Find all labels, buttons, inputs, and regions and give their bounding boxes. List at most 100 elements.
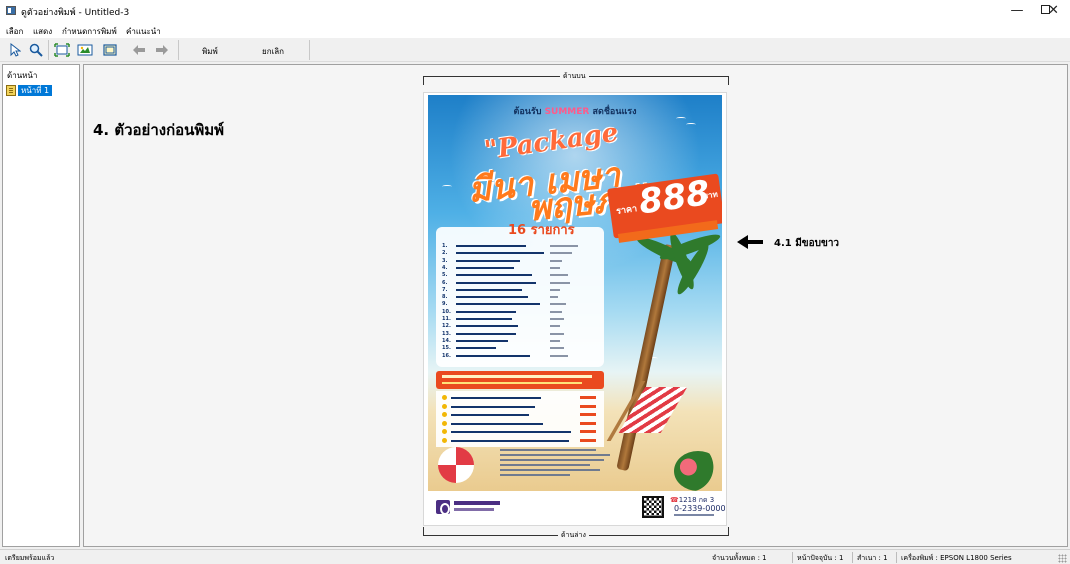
contact-hotline-text: 1218 กด 3 <box>678 496 715 504</box>
cancel-button[interactable]: ยกเลิก <box>262 45 284 58</box>
app-icon <box>6 6 16 15</box>
contact-phone: 0-2339-0000 <box>674 504 726 513</box>
preview-area[interactable]: 4. ตัวอย่างก่อนพิมพ์ ด้านบน ต้อนรับ SUMM… <box>83 64 1068 547</box>
package-list-item: 9. <box>442 301 602 307</box>
page-list-panel: ด้านหน้า หน้าที่ 1 <box>2 64 80 547</box>
sidebar-header: ด้านหน้า <box>7 71 38 80</box>
promo-list-item <box>442 395 598 400</box>
page-icon <box>6 84 16 96</box>
sidebar-item-page-1[interactable]: หน้าที่ 1 <box>6 84 53 96</box>
package-list-number: 3. <box>442 257 448 264</box>
fit-page-icon <box>54 42 70 57</box>
resize-grip[interactable] <box>1058 554 1067 563</box>
headline-summer: SUMMER <box>544 107 590 117</box>
seagull-icon <box>686 123 696 126</box>
promo-card <box>436 391 604 447</box>
package-list-item: 11. <box>442 316 602 322</box>
package-list-number: 10. <box>442 308 451 315</box>
package-list-number: 11. <box>442 316 451 322</box>
poster-image: ต้อนรับ SUMMER สดชื่อนแรง "Package มีนา … <box>428 95 722 491</box>
menu-select[interactable]: เลือก <box>6 25 23 38</box>
menu-print-setup[interactable]: กำหนดการพิมพ์ <box>62 25 117 38</box>
bottom-margin-tick-right <box>728 527 729 536</box>
package-list-number: 4. <box>442 264 448 271</box>
status-divider <box>852 552 853 563</box>
package-list-number: 16. <box>442 352 451 359</box>
status-ready: เตรียมพร้อมแล้ว <box>5 554 55 562</box>
sidebar-item-label: หน้าที่ 1 <box>18 84 53 96</box>
page-frame-button[interactable] <box>101 41 119 58</box>
toolbar-separator <box>48 40 49 60</box>
package-list-number: 13. <box>442 330 451 337</box>
package-list-number: 8. <box>442 294 448 301</box>
price-value: 888 <box>636 173 713 223</box>
poster-footer: ☎1218 กด 3 0-2339-0000 <box>428 491 726 523</box>
next-page-button[interactable] <box>153 41 171 58</box>
fine-print <box>500 449 620 485</box>
promo-banner <box>436 371 604 389</box>
forward-arrow-icon <box>156 44 168 55</box>
previous-page-button[interactable] <box>130 41 148 58</box>
phone-icon: ☎ <box>670 496 679 504</box>
print-button[interactable]: พิมพ์ <box>202 45 218 58</box>
package-list-item: 8. <box>442 294 602 300</box>
fit-page-button[interactable] <box>53 41 71 58</box>
package-list-number: 9. <box>442 301 448 308</box>
package-list-title: 16 รายการ <box>508 223 575 238</box>
menu-bar: เลือก แสดง กำหนดการพิมพ์ คำแนะนำ <box>0 22 1070 38</box>
package-list-item: 15. <box>442 345 602 351</box>
status-divider <box>792 552 793 563</box>
toolbar: พิมพ์ ยกเลิก <box>0 38 1070 62</box>
bottom-margin-label: ด้านล่าง <box>558 530 589 541</box>
package-list-item: 6. <box>442 280 602 286</box>
package-list-item: 16. <box>442 353 602 359</box>
package-list-number: 14. <box>442 337 451 344</box>
bottom-margin-tick-left <box>423 527 424 536</box>
package-list-number: 5. <box>442 272 448 279</box>
promo-list-item <box>442 403 598 409</box>
package-list-item: 13. <box>442 331 602 337</box>
beach-ball <box>438 447 474 483</box>
title-bar: ดูตัวอย่างพิมพ์ - Untitled-3 — ✕ <box>0 0 1070 22</box>
package-list-item: 4. <box>442 265 602 271</box>
contact-website <box>674 514 714 516</box>
seagull-icon <box>442 185 452 188</box>
package-list-number: 15. <box>442 345 451 352</box>
promo-list-item <box>442 429 598 434</box>
status-bar: เตรียมพร้อมแล้ว จำนวนทั้งหมด : 1 หน้าปัจ… <box>0 549 1070 564</box>
pointer-tool-button[interactable] <box>6 41 24 58</box>
annotation-text: 4.1 มีขอบขาว <box>774 238 840 249</box>
package-list-item: 14. <box>442 338 602 344</box>
poster-headline: ต้อนรับ SUMMER สดชื่อนแรง <box>428 104 722 118</box>
headline-prefix: ต้อนรับ <box>513 107 542 117</box>
top-margin-label: ด้านบน <box>560 71 589 82</box>
fit-image-icon <box>77 44 93 55</box>
hospital-logo <box>436 500 450 515</box>
fit-image-button[interactable] <box>76 41 94 58</box>
zoom-tool-button[interactable] <box>27 41 45 58</box>
zoom-icon <box>29 43 43 57</box>
preview-page: ต้อนรับ SUMMER สดชื่อนแรง "Package มีนา … <box>424 93 726 525</box>
hospital-name <box>454 500 502 514</box>
note-title: 4. ตัวอย่างก่อนพิมพ์ <box>93 121 225 139</box>
package-list-number: 1. <box>442 243 448 249</box>
top-margin-tick-right <box>728 76 729 85</box>
arrow-shaft <box>747 240 763 244</box>
status-total-pages: จำนวนทั้งหมด : 1 <box>712 554 767 562</box>
flowers <box>674 451 722 491</box>
menu-help[interactable]: คำแนะนำ <box>126 25 161 38</box>
promo-list-item <box>442 420 598 426</box>
package-list-item: 1. <box>442 243 602 249</box>
status-copies: สำเนา : 1 <box>857 554 888 562</box>
close-button[interactable]: ✕ <box>1037 0 1070 22</box>
window-title: ดูตัวอย่างพิมพ์ - Untitled-3 <box>21 8 130 18</box>
price-unit: บาท <box>702 189 719 201</box>
status-printer: เครื่องพิมพ์ : EPSON L1800 Series <box>901 554 1012 562</box>
toolbar-separator <box>309 40 310 60</box>
package-list-number: 2. <box>442 250 448 257</box>
menu-view[interactable]: แสดง <box>33 25 52 38</box>
status-divider <box>896 552 897 563</box>
top-margin-tick-left <box>423 76 424 85</box>
toolbar-separator <box>178 40 179 60</box>
price-prefix: ราคา <box>615 204 638 217</box>
